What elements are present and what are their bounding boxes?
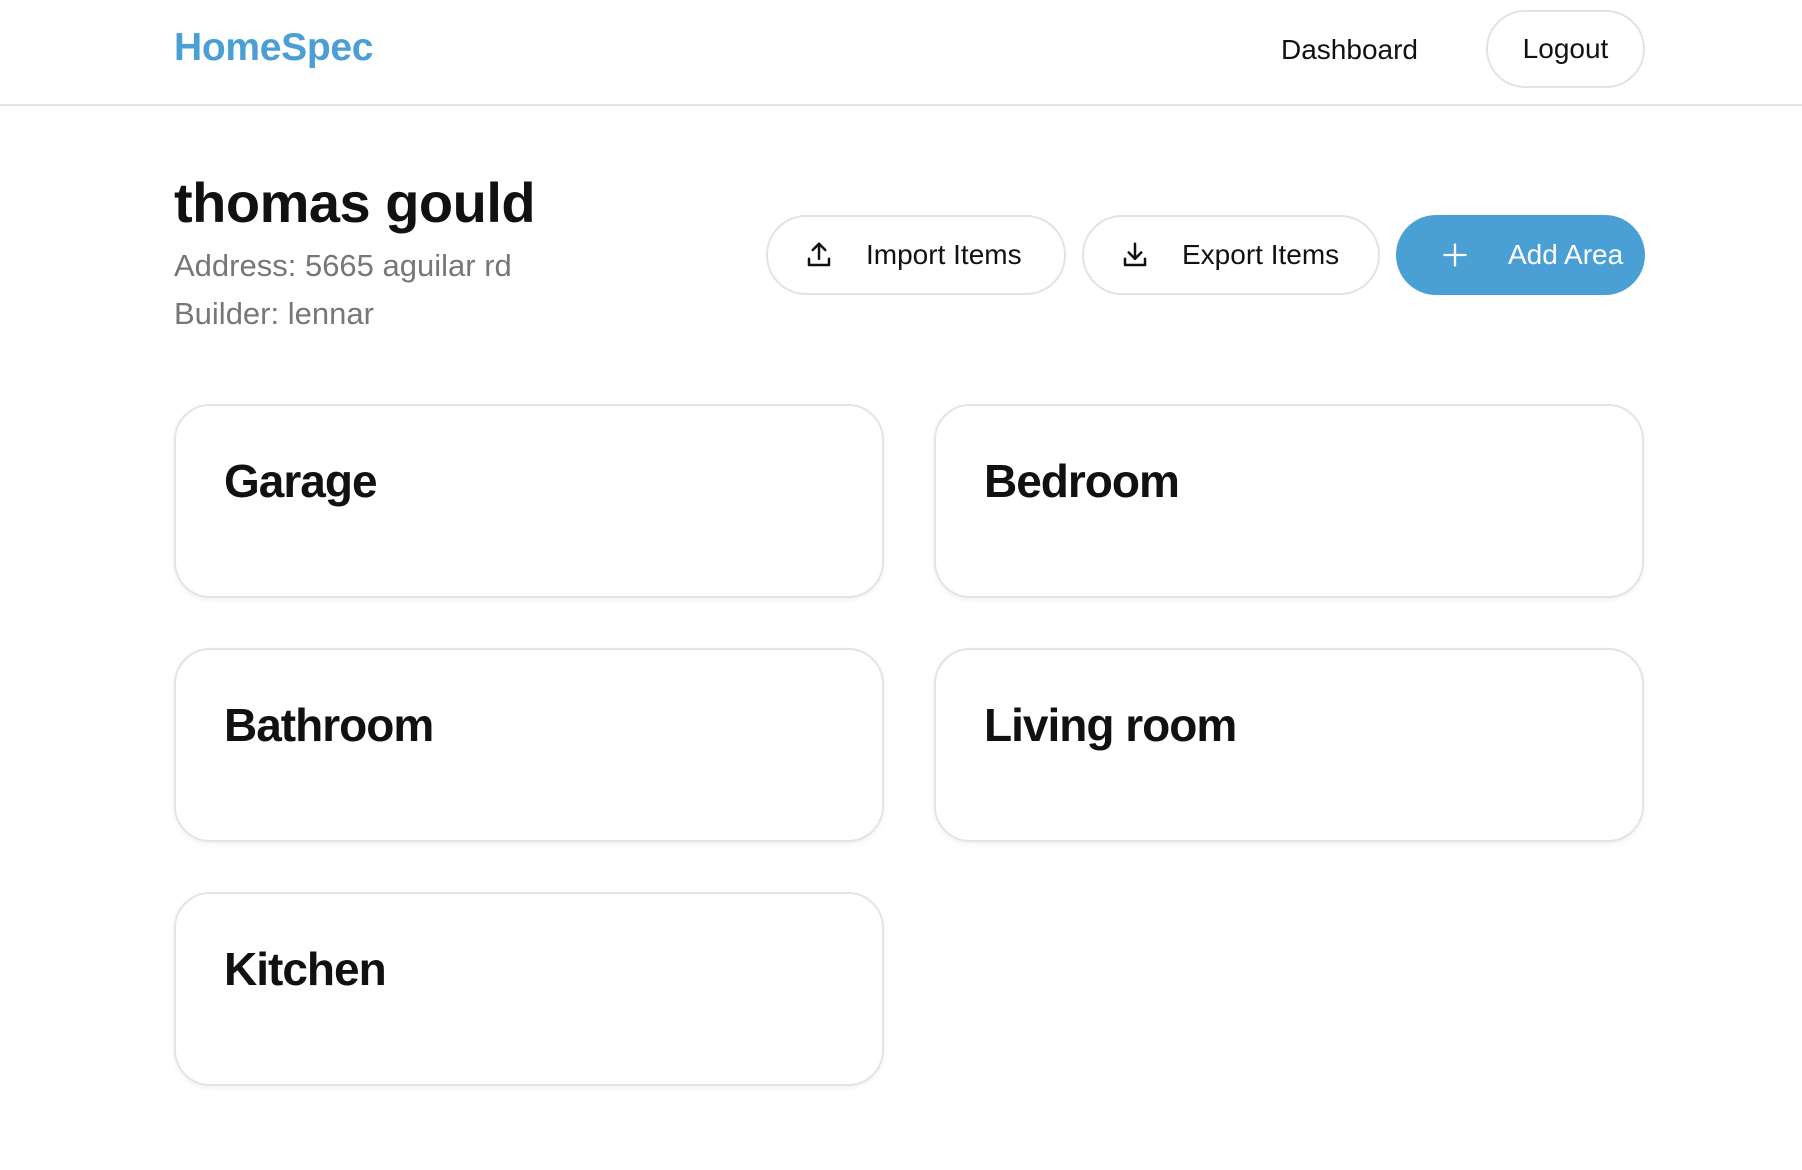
export-items-label: Export Items — [1182, 239, 1340, 270]
top-navigation-bar: HomeSpec Dashboard Logout — [0, 0, 1802, 106]
area-card-garage[interactable]: Garage — [174, 404, 884, 598]
export-items-button[interactable]: Export Items — [1082, 215, 1380, 295]
import-items-label: Import Items — [866, 239, 1022, 270]
download-icon — [1118, 238, 1152, 272]
area-card-title: Living room — [984, 699, 1237, 751]
builder-text: Builder: lennar — [174, 296, 374, 331]
area-card-bathroom[interactable]: Bathroom — [174, 648, 884, 842]
add-area-button[interactable]: Add Area — [1396, 215, 1645, 295]
dashboard-link[interactable]: Dashboard — [1262, 30, 1437, 70]
address-text: Address: 5665 aguilar rd — [174, 248, 512, 283]
page-title: thomas gould — [174, 171, 536, 234]
area-card-title: Garage — [224, 455, 378, 507]
area-card-title: Bathroom — [224, 699, 434, 751]
upload-icon — [802, 238, 836, 272]
plus-icon — [1438, 238, 1472, 272]
import-items-button[interactable]: Import Items — [766, 215, 1066, 295]
logout-button[interactable]: Logout — [1486, 10, 1645, 88]
area-card-title: Kitchen — [224, 943, 387, 995]
area-card-title: Bedroom — [984, 455, 1180, 507]
brand-logo[interactable]: HomeSpec — [174, 26, 373, 70]
add-area-label: Add Area — [1508, 239, 1624, 270]
area-card-bedroom[interactable]: Bedroom — [934, 404, 1644, 598]
area-card-living-room[interactable]: Living room — [934, 648, 1644, 842]
area-card-kitchen[interactable]: Kitchen — [174, 892, 884, 1086]
